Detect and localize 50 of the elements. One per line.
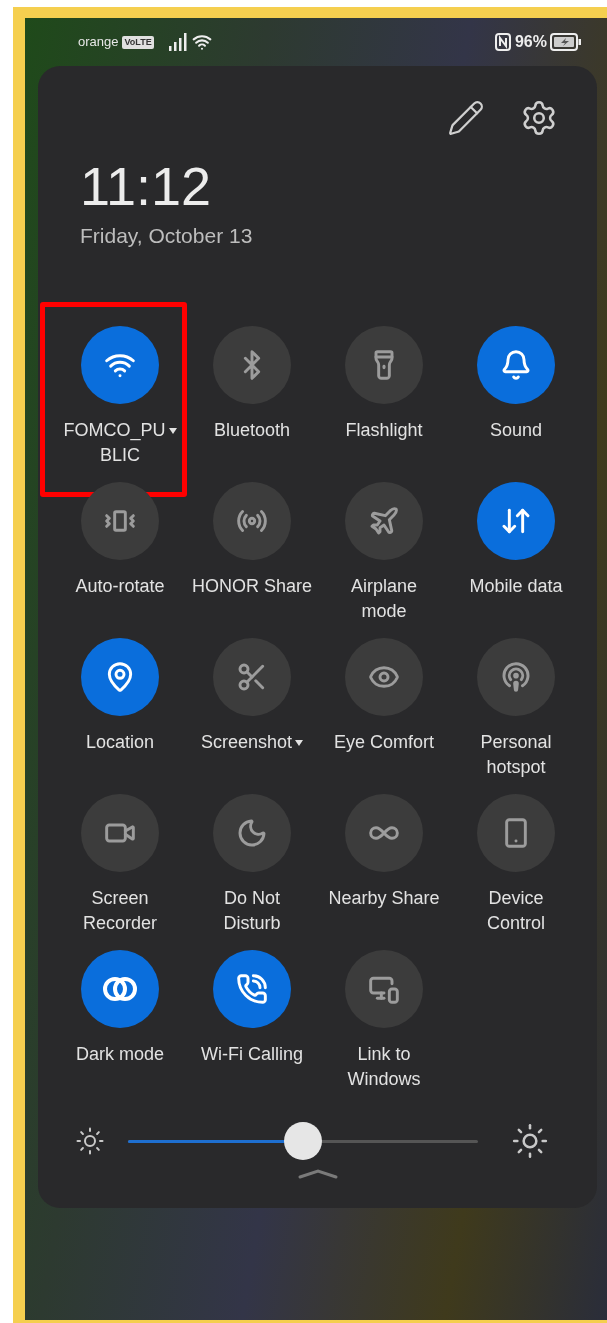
- toggle-label: Personal: [480, 731, 552, 754]
- slider-thumb[interactable]: [284, 1122, 322, 1160]
- toggle-label: Flashlight: [345, 419, 423, 442]
- toggle-label: HONOR Share: [191, 575, 312, 598]
- phone-call-icon: [236, 973, 268, 1005]
- battery-percent: 96%: [514, 32, 547, 52]
- chevron-up-icon[interactable]: [297, 1169, 338, 1179]
- caret-icon[interactable]: [295, 739, 304, 746]
- moon-icon: [236, 817, 268, 849]
- toggle-label: Sound: [489, 419, 543, 442]
- toggle-label: Screen: [91, 887, 149, 910]
- hotspot-icon: [500, 661, 532, 693]
- toggle-label: Bluetooth: [213, 419, 291, 442]
- toggle-label: Windows: [347, 1068, 421, 1091]
- toggle-label: Link to: [357, 1043, 411, 1066]
- brightness-slider[interactable]: [128, 1121, 478, 1161]
- toggle-label: Do Not: [223, 887, 280, 910]
- carrier-name: orange: [78, 33, 119, 52]
- battery-icon: [550, 33, 582, 51]
- edit-icon[interactable]: [447, 99, 485, 137]
- toggle-label: Recorder: [83, 912, 157, 935]
- toggle-label: Screenshot: [200, 731, 293, 754]
- brightness-high-icon: [511, 1122, 549, 1160]
- toggle-label: FOMCO_PU: [63, 419, 166, 443]
- nfc-icon: [494, 33, 511, 51]
- toggle-label: hotspot: [486, 756, 546, 779]
- clock-time: 11:12: [80, 157, 212, 215]
- bell-icon: [500, 349, 532, 381]
- signal-icon: [168, 33, 189, 51]
- toggle-label: Eye Comfort: [334, 731, 434, 754]
- toggle-label: mode: [361, 600, 407, 623]
- toggle-label: Nearby Share: [328, 887, 440, 910]
- toggle-label: Auto-rotate: [75, 575, 165, 598]
- brightness-low-icon: [75, 1126, 105, 1156]
- toggle-label: BLIC: [99, 444, 140, 467]
- toggle-label: Airplane: [350, 575, 417, 598]
- date-text: Friday, October 13: [80, 223, 253, 249]
- overlapping-circles-icon: [103, 976, 137, 1002]
- toggle-label: Dark mode: [76, 1043, 164, 1066]
- toggle-label: Control: [487, 912, 545, 935]
- toggle-label: Disturb: [223, 912, 281, 935]
- toggle-label: Location: [85, 731, 155, 754]
- toggle-label: Device: [488, 887, 544, 910]
- toggle-label: Wi-Fi Calling: [201, 1043, 303, 1066]
- network-badge: VoLTE: [122, 35, 154, 49]
- caret-icon[interactable]: [168, 427, 177, 434]
- settings-icon[interactable]: [520, 99, 558, 137]
- toggle-label: Mobile data: [469, 575, 563, 598]
- wifi-icon: [191, 32, 212, 52]
- airplane-icon: [368, 505, 400, 537]
